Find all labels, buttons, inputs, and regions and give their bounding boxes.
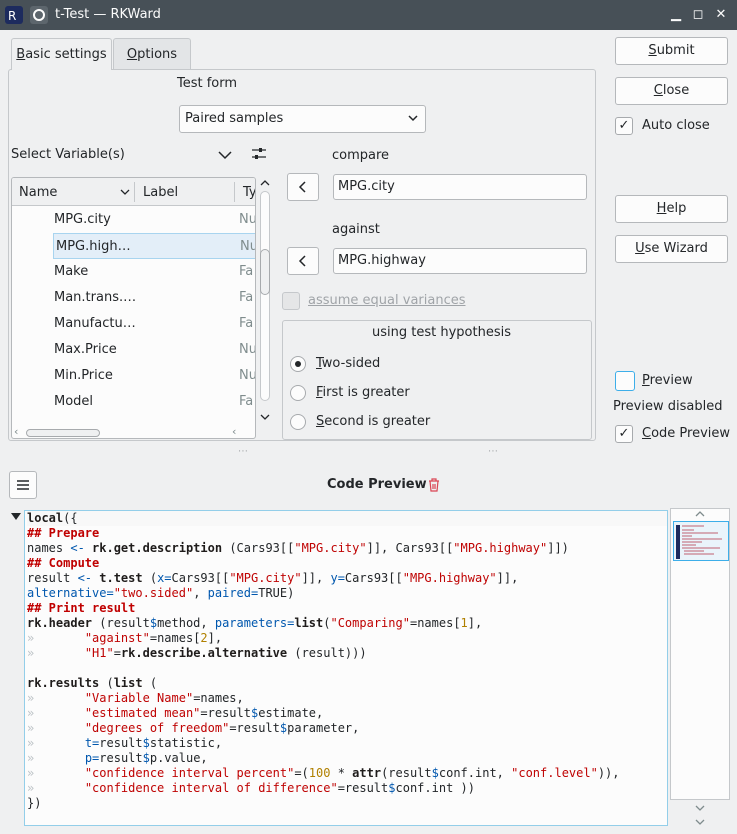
horizontal-scrollbar[interactable]: ‹ ‹ [12, 425, 255, 438]
list-item-selected[interactable]: MPG.high…Nu [53, 233, 255, 259]
chevron-up-icon[interactable] [694, 508, 706, 523]
list-item[interactable]: Min.Price Nu [12, 363, 255, 389]
vertical-scrollbar[interactable] [258, 177, 272, 423]
test-form-label: Test form [177, 76, 238, 91]
fold-marker-icon[interactable] [10, 511, 22, 527]
chevron-left-icon [297, 255, 309, 278]
splitter-handle[interactable]: ⋯ [238, 446, 248, 457]
test-form-select[interactable]: Paired samples [179, 105, 426, 133]
list-item[interactable]: Man.trans.… Fa [12, 285, 254, 311]
second-greater-label: Second is greater [316, 414, 431, 429]
list-item[interactable]: Manufactu… Fa [12, 311, 254, 337]
code-editor[interactable]: local({ ## Prepare names <- rk.get.descr… [24, 510, 668, 826]
chevron-down-icon[interactable] [260, 411, 270, 426]
preview-checkbox[interactable] [615, 371, 635, 391]
column-divider [134, 182, 135, 202]
chevron-right-icon[interactable]: ‹ [232, 425, 236, 438]
tab-options[interactable]: Options [113, 38, 191, 70]
chevron-down-icon[interactable] [217, 146, 233, 168]
add-against-button[interactable] [287, 247, 319, 275]
chevron-left-icon [297, 181, 309, 204]
tab-basic-settings[interactable]: Basic settings [11, 38, 112, 70]
title-bar: R t-Test — RKWard ▁ ◻ ✕ [0, 0, 737, 30]
chevron-down-icon[interactable] [694, 802, 706, 817]
two-sided-radio[interactable] [290, 356, 306, 372]
window-title: t-Test — RKWard [55, 7, 161, 22]
menu-button[interactable] [9, 471, 37, 499]
add-compare-button[interactable] [287, 173, 319, 201]
pin-icon[interactable] [29, 5, 49, 25]
submit-button[interactable]: Submit [615, 37, 728, 65]
code-preview-checkbox[interactable]: ✓ [615, 425, 633, 443]
code-preview-title: Code Preview [327, 477, 427, 492]
code-preview-label: Code Preview [642, 426, 731, 441]
preview-status: Preview disabled [613, 399, 723, 414]
chevron-down-icon[interactable] [694, 816, 706, 831]
column-name[interactable]: Name [19, 185, 57, 200]
two-sided-label: Two-sided [316, 356, 381, 371]
column-divider [234, 182, 235, 202]
chevron-up-icon[interactable] [260, 177, 270, 192]
compare-field[interactable]: MPG.city [333, 174, 587, 200]
first-greater-label: First is greater [316, 385, 410, 400]
chevron-down-icon [120, 184, 130, 204]
scroll-thumb[interactable] [260, 249, 270, 295]
rkward-icon[interactable]: R [4, 5, 24, 25]
svg-text:R: R [8, 9, 16, 23]
configure-icon[interactable] [250, 145, 268, 167]
maximize-button[interactable]: ◻ [689, 6, 707, 24]
use-wizard-button[interactable]: Use Wizard [615, 235, 728, 263]
equal-variances-checkbox[interactable] [282, 292, 300, 310]
variable-rows: MPG.cityNu MPG.high…Nu MakeFa Man.trans.… [12, 207, 255, 425]
against-field[interactable]: MPG.highway [333, 248, 587, 274]
auto-close-checkbox[interactable]: ✓ [615, 117, 633, 135]
minimize-button[interactable]: ▁ [667, 6, 685, 24]
hamburger-icon [15, 480, 31, 502]
variable-list[interactable]: Name Label Ty MPG.cityNu MPG.high…Nu Mak… [11, 177, 256, 439]
list-item[interactable]: Max.Price Nu [12, 337, 255, 363]
minimap-viewport[interactable] [673, 521, 729, 561]
auto-close-label: Auto close [642, 118, 710, 133]
equal-variances-label: assume equal variances [308, 293, 466, 308]
list-header: Name Label Ty [12, 178, 255, 206]
list-item[interactable]: Make Fa [12, 259, 254, 285]
scroll-thumb[interactable] [26, 429, 100, 437]
chevron-down-icon [408, 106, 418, 142]
second-greater-radio[interactable] [290, 414, 306, 430]
first-greater-radio[interactable] [290, 385, 306, 401]
splitter-handle[interactable]: ⋯ [488, 446, 498, 457]
scroll-track[interactable] [260, 191, 270, 401]
column-type[interactable]: Ty [243, 185, 255, 200]
list-item[interactable]: MPG.city Nu [12, 207, 255, 233]
close-button[interactable]: Close [615, 77, 728, 105]
trash-icon[interactable] [427, 477, 441, 497]
close-window-button[interactable]: ✕ [712, 6, 730, 24]
list-item[interactable]: Model Fa [12, 389, 254, 415]
chevron-left-icon[interactable]: ‹ [14, 425, 18, 438]
column-label[interactable]: Label [143, 185, 178, 200]
preview-label: Preview [642, 373, 693, 388]
hypothesis-title: using test hypothesis [372, 325, 511, 340]
against-label: against [332, 222, 380, 237]
help-button[interactable]: Help [615, 195, 728, 223]
code-minimap[interactable] [670, 508, 730, 800]
compare-label: compare [332, 148, 390, 163]
select-variables-label: Select Variable(s) [11, 147, 125, 162]
